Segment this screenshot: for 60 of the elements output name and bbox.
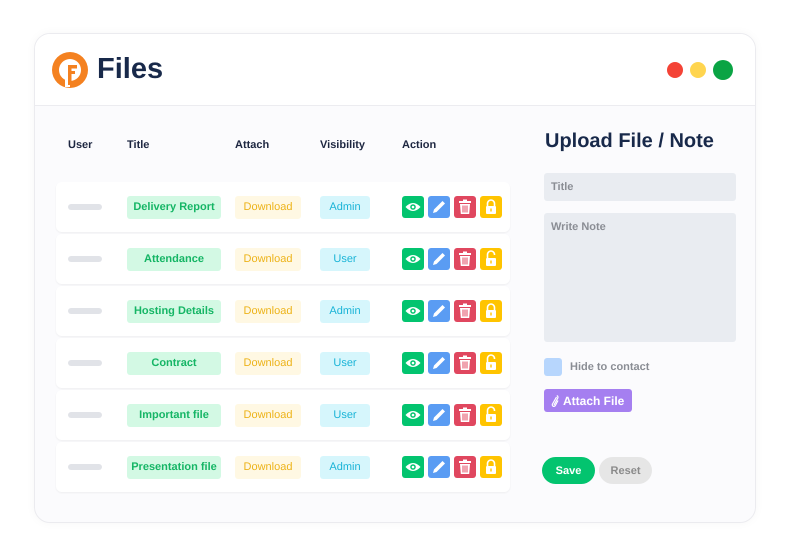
download-link[interactable]: Download bbox=[235, 456, 301, 478]
download-link[interactable]: Download bbox=[235, 196, 301, 218]
checkbox-label: Hide to contact bbox=[570, 361, 650, 373]
column-header: Attach bbox=[235, 139, 270, 151]
note-field[interactable]: Write Note bbox=[544, 213, 736, 342]
user-placeholder bbox=[68, 464, 102, 470]
checkbox[interactable] bbox=[544, 358, 562, 376]
logo-icon bbox=[51, 50, 89, 88]
view-button[interactable] bbox=[402, 300, 424, 322]
column-header: Visibility bbox=[320, 139, 366, 151]
column-header: Action bbox=[402, 139, 438, 151]
visibility-tag: User bbox=[320, 352, 370, 374]
user-placeholder bbox=[68, 412, 102, 418]
view-button[interactable] bbox=[402, 248, 424, 270]
visibility-tag: Admin bbox=[320, 196, 370, 218]
file-title: Hosting Details bbox=[127, 300, 221, 322]
edit-button[interactable] bbox=[428, 352, 450, 374]
download-link[interactable]: Download bbox=[235, 300, 301, 322]
view-button[interactable] bbox=[402, 404, 424, 426]
file-title: Contract bbox=[127, 352, 221, 374]
visibility-tag: User bbox=[320, 248, 370, 270]
user-placeholder bbox=[68, 256, 102, 262]
visibility-tag: Admin bbox=[320, 456, 370, 478]
file-title: Attendance bbox=[127, 248, 221, 270]
visibility-tag: Admin bbox=[320, 300, 370, 322]
paperclip-icon bbox=[550, 393, 559, 408]
user-placeholder bbox=[68, 360, 102, 366]
title-field[interactable]: Title bbox=[544, 173, 736, 201]
column-header: Title bbox=[127, 139, 150, 151]
user-placeholder bbox=[68, 308, 102, 314]
app-title: Files bbox=[97, 53, 164, 86]
delete-button[interactable] bbox=[454, 352, 476, 374]
file-title: Delivery Report bbox=[127, 196, 221, 218]
view-button[interactable] bbox=[402, 456, 424, 478]
user-placeholder bbox=[68, 204, 102, 210]
delete-button[interactable] bbox=[454, 300, 476, 322]
delete-button[interactable] bbox=[454, 248, 476, 270]
edit-button[interactable] bbox=[428, 248, 450, 270]
download-link[interactable]: Download bbox=[235, 352, 301, 374]
edit-button[interactable] bbox=[428, 456, 450, 478]
edit-button[interactable] bbox=[428, 196, 450, 218]
save-button[interactable]: Save bbox=[542, 457, 595, 484]
attach-file-button[interactable]: Attach File bbox=[544, 389, 632, 412]
download-link[interactable]: Download bbox=[235, 248, 301, 270]
column-header: User bbox=[67, 139, 94, 151]
view-button[interactable] bbox=[402, 352, 424, 374]
window-control[interactable] bbox=[667, 62, 683, 78]
edit-button[interactable] bbox=[428, 300, 450, 322]
reset-button[interactable]: Reset bbox=[599, 457, 652, 484]
window-control[interactable] bbox=[713, 60, 733, 80]
visibility-tag: User bbox=[320, 404, 370, 426]
delete-button[interactable] bbox=[454, 404, 476, 426]
view-button[interactable] bbox=[402, 196, 424, 218]
file-title: Presentation file bbox=[127, 456, 221, 478]
download-link[interactable]: Download bbox=[235, 404, 301, 426]
delete-button[interactable] bbox=[454, 456, 476, 478]
form-heading: Upload File / Note bbox=[545, 130, 715, 153]
edit-button[interactable] bbox=[428, 404, 450, 426]
delete-button[interactable] bbox=[454, 196, 476, 218]
file-title: Important file bbox=[127, 404, 221, 426]
